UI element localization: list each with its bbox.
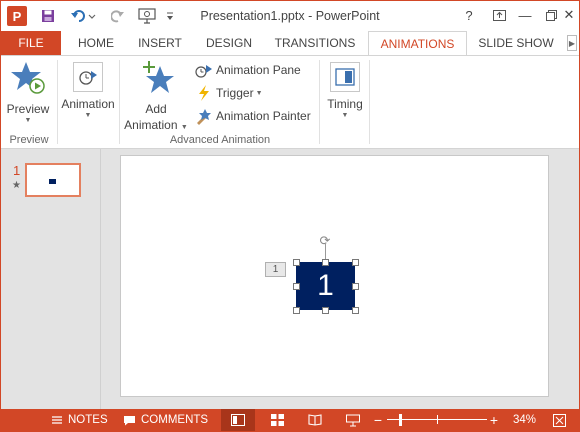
animation-painter-button[interactable]: Animation Painter xyxy=(195,106,311,126)
undo-icon[interactable] xyxy=(67,5,99,27)
animation-label: Animation xyxy=(61,97,115,111)
ribbon-tabs: FILE HOME INSERT DESIGN TRANSITIONS ANIM… xyxy=(1,31,579,56)
slide-thumbnail[interactable] xyxy=(25,163,81,197)
normal-view-button[interactable] xyxy=(221,409,255,431)
resize-handle[interactable] xyxy=(293,283,300,290)
timing-button[interactable]: Timing ▼ xyxy=(323,58,367,120)
start-slideshow-icon[interactable] xyxy=(135,5,159,27)
animation-styles-button[interactable]: Animation ▼ xyxy=(59,58,117,120)
help-button[interactable]: ? xyxy=(457,4,481,26)
resize-handle[interactable] xyxy=(322,307,329,314)
save-icon[interactable] xyxy=(37,5,59,27)
animation-pane-button[interactable]: Animation Pane xyxy=(195,60,301,80)
animation-style-icon xyxy=(79,71,97,85)
powerpoint-window: P Presentation1.pptx - PowerPoint ? — ✕ … xyxy=(0,0,580,432)
trigger-lightning-icon xyxy=(195,84,213,102)
animation-painter-icon xyxy=(195,107,213,125)
timing-dropdown-icon: ▼ xyxy=(341,112,349,119)
ribbon-display-options-icon[interactable] xyxy=(487,4,511,26)
work-area: 1 ★ 1 ⟳ 1 xyxy=(1,149,579,409)
animation-pane-label: Animation Pane xyxy=(216,63,301,77)
resize-handle[interactable] xyxy=(322,259,329,266)
resize-handle[interactable] xyxy=(352,259,359,266)
slide-canvas[interactable]: 1 ⟳ 1 xyxy=(120,155,549,397)
animation-pane-icon xyxy=(195,61,213,79)
comments-button[interactable]: COMMENTS xyxy=(123,409,208,431)
preview-button[interactable]: Preview ▼ xyxy=(5,58,51,125)
animation-dropdown-icon: ▼ xyxy=(84,112,92,119)
trigger-label: Trigger xyxy=(216,86,254,100)
tab-home[interactable]: HOME xyxy=(67,31,125,55)
rotate-handle-icon[interactable]: ⟳ xyxy=(318,233,332,248)
tab-insert[interactable]: INSERT xyxy=(129,31,191,55)
customize-qat-icon[interactable] xyxy=(163,5,177,27)
tab-animations[interactable]: ANIMATIONS xyxy=(368,31,467,56)
ribbon: Preview ▼ Preview Animation ▼ Add Animat… xyxy=(1,55,579,149)
trigger-button[interactable]: Trigger ▼ xyxy=(195,83,263,103)
powerpoint-logo-icon: P xyxy=(7,6,27,26)
zoom-slider-thumb[interactable] xyxy=(399,414,402,426)
slide-thumbnails-pane: 1 ★ xyxy=(1,149,101,409)
resize-handle[interactable] xyxy=(293,259,300,266)
tab-slide-show[interactable]: SLIDE SHOW xyxy=(471,31,561,55)
close-button[interactable]: ✕ xyxy=(557,4,579,26)
trigger-dropdown-icon: ▼ xyxy=(255,89,263,97)
status-bar: NOTES COMMENTS − + 34% xyxy=(1,409,579,431)
minimize-button[interactable]: — xyxy=(513,4,537,26)
animation-painter-label: Animation Painter xyxy=(216,109,311,123)
reading-view-button[interactable] xyxy=(301,409,329,431)
group-label-preview: Preview xyxy=(9,134,49,146)
reading-view-icon xyxy=(308,414,322,426)
preview-star-icon xyxy=(11,62,45,94)
tab-transitions[interactable]: TRANSITIONS xyxy=(267,31,363,55)
thumbnail-shape xyxy=(49,179,56,184)
slide-sorter-icon xyxy=(270,414,284,426)
slide-number: 1 xyxy=(13,163,21,178)
timing-icon xyxy=(335,68,355,86)
zoom-in-icon[interactable]: + xyxy=(489,409,499,431)
preview-dropdown-icon: ▼ xyxy=(24,117,32,124)
resize-handle[interactable] xyxy=(293,307,300,314)
notes-button[interactable]: NOTES xyxy=(51,409,108,431)
preview-label: Preview xyxy=(6,102,50,116)
slide-sorter-button[interactable] xyxy=(263,409,291,431)
resize-handle[interactable] xyxy=(352,307,359,314)
comments-icon xyxy=(124,415,135,425)
zoom-out-icon[interactable]: − xyxy=(373,409,383,431)
animation-indicator-star-icon: ★ xyxy=(12,180,21,191)
tab-scroll-right-icon[interactable]: ▶ xyxy=(567,35,577,51)
rectangle-shape[interactable]: 1 xyxy=(296,262,355,310)
resize-handle[interactable] xyxy=(352,283,359,290)
slideshow-view-button[interactable] xyxy=(339,409,367,431)
timing-label: Timing xyxy=(327,97,363,111)
add-animation-button[interactable]: Add Animation ▼ xyxy=(123,58,189,136)
animation-order-tag[interactable]: 1 xyxy=(265,262,286,277)
zoom-level[interactable]: 34% xyxy=(513,409,536,431)
tab-file[interactable]: FILE xyxy=(1,31,61,55)
group-label-advanced-animation: Advanced Animation xyxy=(169,134,271,146)
add-animation-label-1: Add xyxy=(145,102,167,116)
normal-view-icon xyxy=(231,414,245,426)
notes-icon xyxy=(52,416,62,424)
add-animation-star-icon xyxy=(143,61,174,93)
zoom-slider[interactable] xyxy=(387,409,487,431)
fit-slide-icon[interactable] xyxy=(550,409,568,431)
redo-icon[interactable] xyxy=(107,5,129,27)
slideshow-view-icon xyxy=(346,414,360,426)
title-bar: P Presentation1.pptx - PowerPoint ? — ✕ xyxy=(1,1,579,31)
tab-design[interactable]: DESIGN xyxy=(197,31,261,55)
